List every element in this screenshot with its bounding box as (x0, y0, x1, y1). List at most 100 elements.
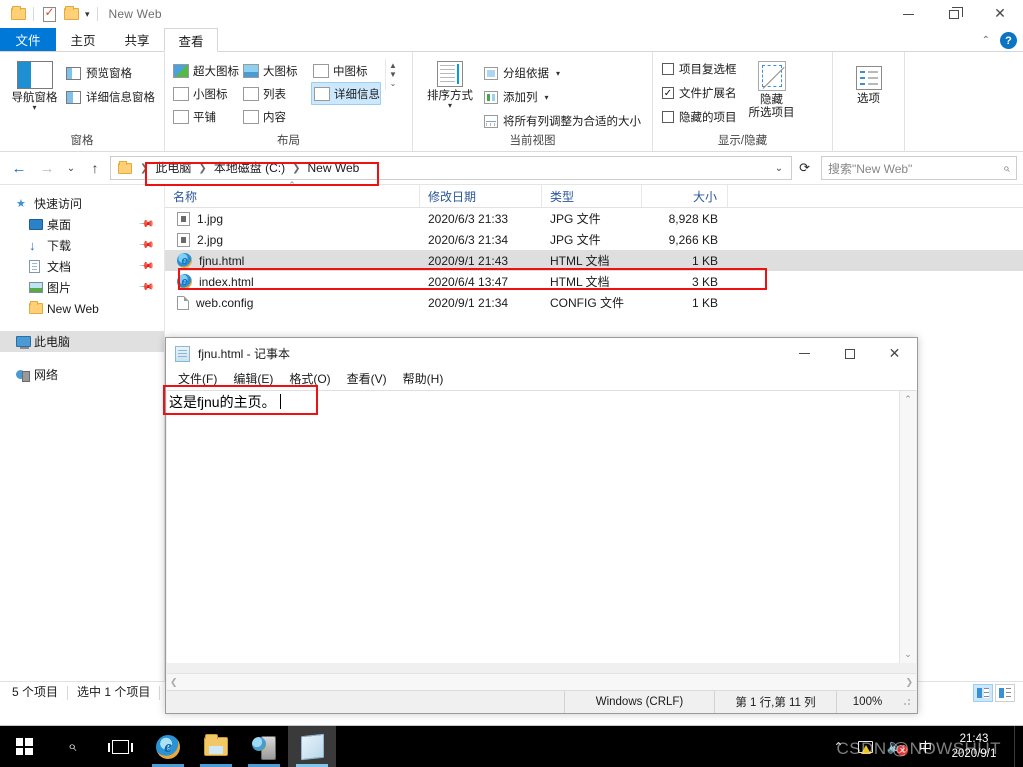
pin-icon[interactable]: 📌 (137, 237, 154, 254)
column-header-name[interactable]: ⌃ 名称 (165, 185, 420, 207)
gallery-expand-icon[interactable]: ⌄ (390, 79, 397, 88)
layout-details[interactable]: 详细信息 (311, 82, 381, 105)
notepad-horizontal-scrollbar[interactable]: ❮ ❯ (167, 673, 916, 690)
notepad-vertical-scrollbar[interactable]: ⌃ ⌄ (899, 391, 916, 663)
scroll-left-icon[interactable]: ❮ (170, 677, 178, 688)
notepad-text-area[interactable]: 这是fjnu的主页。 (167, 391, 899, 663)
scroll-right-icon[interactable]: ❯ (905, 677, 913, 688)
minimize-button[interactable] (885, 0, 931, 28)
table-row-selected[interactable]: efjnu.html 2020/9/1 21:43 HTML 文档 1 KB (165, 250, 1023, 271)
collapse-ribbon-icon[interactable]: ⌃ (982, 35, 990, 46)
navigation-pane-button[interactable]: 导航窗格 ▾ (6, 57, 63, 111)
back-button[interactable]: ← (6, 155, 32, 181)
layout-tiles[interactable]: 平铺 (171, 105, 241, 128)
menu-view[interactable]: 查看(V) (339, 370, 395, 389)
checkbox-checked-icon[interactable]: ✓ (662, 87, 674, 99)
sort-by-button[interactable]: 排序方式 ▾ (419, 57, 481, 109)
task-view-button[interactable] (96, 726, 144, 767)
table-row[interactable]: web.config 2020/9/1 21:34 CONFIG 文件 1 KB (165, 292, 1023, 313)
hide-selected-items-button[interactable]: 隐藏 所选项目 (740, 59, 804, 120)
maximize-button[interactable] (931, 0, 977, 28)
recent-locations-button[interactable]: ⌄ (62, 155, 80, 181)
notepad-minimize-button[interactable] (782, 338, 827, 369)
show-hidden-icons-button[interactable]: ⌃ (826, 740, 850, 754)
breadcrumb-separator[interactable]: ❯ (288, 163, 304, 174)
file-extensions-option[interactable]: ✓ 文件扩展名 (659, 83, 740, 103)
show-desktop-button[interactable] (1014, 726, 1023, 767)
details-view-button[interactable] (973, 684, 993, 702)
pin-icon[interactable]: 📌 (137, 216, 154, 233)
table-row[interactable]: eindex.html 2020/6/4 13:47 HTML 文档 3 KB (165, 271, 1023, 292)
chevron-down-icon[interactable]: ▾ (82, 9, 93, 20)
address-dropdown-icon[interactable]: ⌄ (769, 163, 789, 174)
address-bar[interactable]: ❯ 此电脑 ❯ 本地磁盘 (C:) ❯ New Web ⌄ (110, 156, 792, 180)
folder-icon[interactable] (7, 3, 29, 25)
notepad-close-button[interactable]: ✕ (872, 338, 917, 369)
search-input[interactable]: 搜索"New Web" ⌕ (821, 156, 1017, 180)
gallery-scrollbar[interactable]: ▲ ▼ ⌄ (385, 59, 400, 90)
help-button[interactable]: ? (1000, 32, 1017, 49)
scroll-down-icon[interactable]: ▼ (389, 70, 397, 79)
resize-grip[interactable] (900, 695, 914, 709)
start-button[interactable] (0, 726, 48, 767)
sidebar-item-pictures[interactable]: 图片 📌 (0, 277, 164, 298)
sidebar-item-network[interactable]: 网络 (0, 364, 164, 385)
preview-pane-button[interactable]: 预览窗格 (63, 63, 158, 83)
pin-icon[interactable]: 📌 (137, 279, 154, 296)
layout-list[interactable]: 列表 (241, 82, 311, 105)
sidebar-item-new-web[interactable]: New Web (0, 298, 164, 319)
scroll-up-icon[interactable]: ▲ (389, 61, 397, 70)
breadcrumb-item-this-pc[interactable]: 此电脑 (152, 158, 194, 178)
breadcrumb-item-local-disk[interactable]: 本地磁盘 (C:) (211, 158, 288, 178)
up-button[interactable]: ↑ (82, 155, 108, 181)
refresh-button[interactable]: ⟳ (794, 160, 815, 176)
notepad-maximize-button[interactable] (827, 338, 872, 369)
scroll-down-icon[interactable]: ⌄ (904, 649, 912, 660)
close-button[interactable]: ✕ (977, 0, 1023, 28)
tab-home[interactable]: 主页 (56, 28, 110, 51)
menu-file[interactable]: 文件(F) (170, 370, 225, 389)
layout-content[interactable]: 内容 (241, 105, 311, 128)
layout-large-icons[interactable]: 大图标 (241, 59, 311, 82)
sidebar-item-documents[interactable]: 文档 📌 (0, 256, 164, 277)
breadcrumb-separator[interactable]: ❯ (194, 163, 210, 174)
menu-format[interactable]: 格式(O) (281, 370, 338, 389)
network-icon[interactable] (851, 741, 880, 753)
internet-explorer-button[interactable]: e (144, 726, 192, 767)
sidebar-item-downloads[interactable]: ↓ 下载 📌 (0, 235, 164, 256)
layout-medium-icons[interactable]: 中图标 (311, 59, 381, 82)
search-button[interactable]: ⌕ (48, 726, 96, 767)
menu-edit[interactable]: 编辑(E) (225, 370, 281, 389)
column-header-size[interactable]: 大小 (642, 185, 728, 207)
notepad-button[interactable] (288, 726, 336, 767)
pin-icon[interactable]: 📌 (137, 258, 154, 275)
tab-view[interactable]: 查看 (164, 28, 218, 52)
sidebar-item-this-pc[interactable]: 此电脑 (0, 331, 164, 352)
checkbox-unchecked-icon[interactable] (662, 111, 674, 123)
details-pane-button[interactable]: 详细信息窗格 (63, 87, 158, 107)
tab-share[interactable]: 共享 (110, 28, 164, 51)
column-header-type[interactable]: 类型 (542, 185, 642, 207)
add-columns-button[interactable]: 添加列 ▾ (481, 87, 644, 107)
group-by-button[interactable]: 分组依据 ▾ (481, 63, 644, 83)
volume-icon[interactable]: 🔈✕ (880, 738, 911, 755)
clock[interactable]: 21:43 2020/9/1 (940, 732, 1014, 762)
layout-small-icons[interactable]: 小图标 (171, 82, 241, 105)
menu-help[interactable]: 帮助(H) (395, 370, 452, 389)
checkbox-unchecked-icon[interactable] (662, 63, 674, 75)
properties-icon[interactable] (38, 3, 60, 25)
sidebar-item-desktop[interactable]: 桌面 📌 (0, 214, 164, 235)
ime-indicator[interactable]: 中 (911, 737, 940, 756)
large-icons-view-button[interactable] (995, 684, 1015, 702)
table-row[interactable]: 1.jpg 2020/6/3 21:33 JPG 文件 8,928 KB (165, 208, 1023, 229)
hidden-items-option[interactable]: 隐藏的项目 (659, 107, 740, 127)
tab-file[interactable]: 文件 (0, 28, 56, 51)
new-folder-icon[interactable] (60, 3, 82, 25)
file-explorer-button[interactable] (192, 726, 240, 767)
iis-manager-button[interactable] (240, 726, 288, 767)
layout-extra-large-icons[interactable]: 超大图标 (171, 59, 241, 82)
options-button[interactable]: 选项 (839, 62, 898, 106)
sidebar-item-quick-access[interactable]: ★ 快速访问 (0, 193, 164, 214)
breadcrumb-item-new-web[interactable]: New Web (305, 158, 363, 178)
item-checkboxes-option[interactable]: 项目复选框 (659, 59, 740, 79)
